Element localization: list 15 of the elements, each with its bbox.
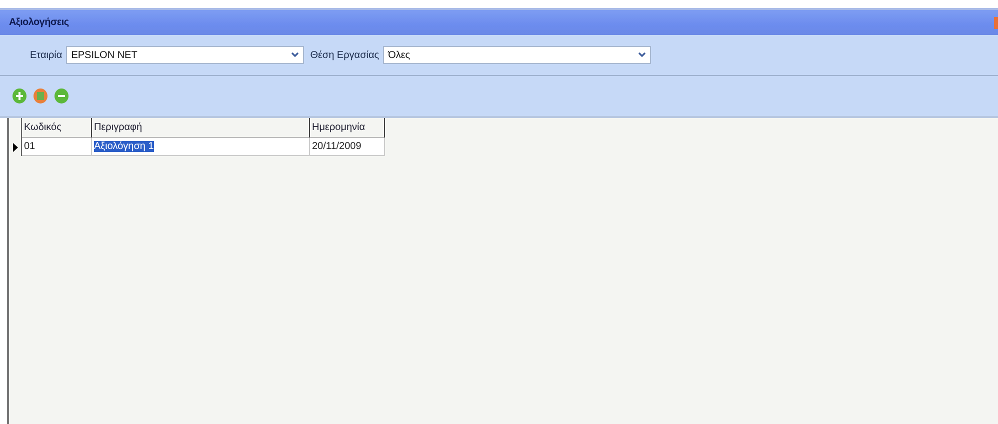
table-cell: 01 xyxy=(24,141,36,152)
window-title: Αξιολογήσεις xyxy=(8,17,69,28)
caret-icon xyxy=(291,52,300,58)
dropdown-field[interactable]: Όλες xyxy=(383,46,652,64)
column-header[interactable]: Περιγραφή xyxy=(92,118,310,138)
table-cell: 20/11/2009 xyxy=(312,141,362,152)
caret-icon xyxy=(638,52,646,58)
delete-icon[interactable] xyxy=(54,88,69,104)
add-icon[interactable] xyxy=(12,88,27,104)
filter-label: Θέση Εργασίας xyxy=(310,50,380,60)
table-cell: Αξιολόγηση 1 xyxy=(94,141,154,152)
column-header[interactable]: Κωδικός xyxy=(22,118,92,138)
column-header[interactable]: Ημερομηνία xyxy=(310,118,385,138)
filter-label: Εταιρία xyxy=(30,50,62,60)
dropdown-field[interactable]: EPSILON NET xyxy=(66,46,304,64)
